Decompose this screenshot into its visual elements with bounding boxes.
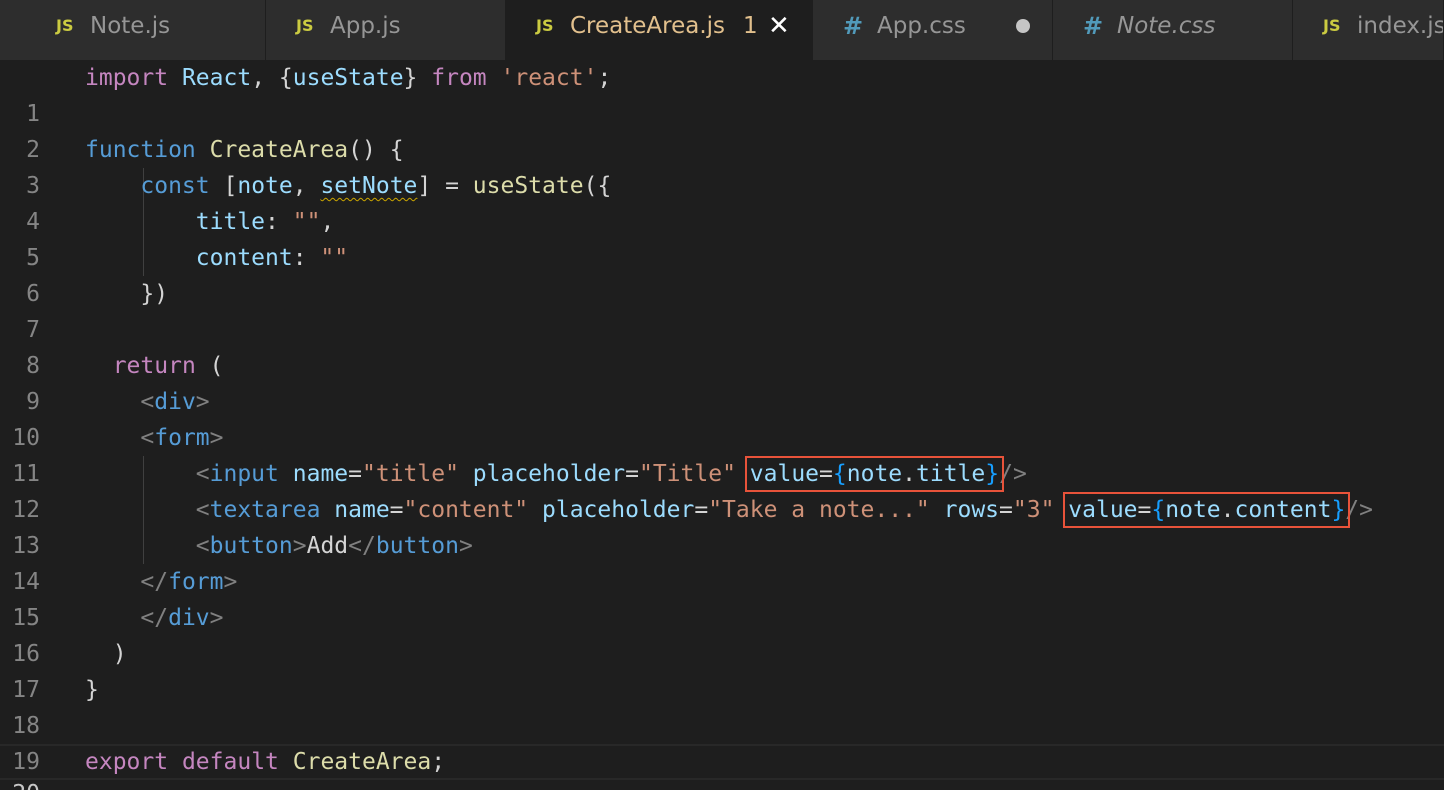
code-text: ) <box>112 641 127 667</box>
code-line: 16 </div> <box>0 600 1444 667</box>
code-text: import React, {useState} from 'react'; <box>85 65 612 91</box>
code-line: 1 import React, {useState} from 'react'; <box>0 60 1444 127</box>
code-text: export default CreateArea; <box>85 749 446 775</box>
code-line: 13 <textarea name="content" placeholder=… <box>0 492 1444 559</box>
code-line: 9 return ( <box>0 348 1444 415</box>
code-line: 7 }) <box>0 276 1444 343</box>
tab-app-js[interactable]: JS App.js <box>266 0 506 60</box>
code-line: 11 <form> <box>0 420 1444 487</box>
tab-label: Note.css <box>1117 13 1216 39</box>
tab-index-js[interactable]: JS index.js <box>1293 0 1444 60</box>
code-text: const [note, setNote] = useState({ <box>140 173 612 199</box>
code-line: 12 <input name="title" placeholder="Titl… <box>0 456 1444 523</box>
close-icon[interactable]: ✕ <box>768 11 790 41</box>
code-text: <div> <box>140 389 210 415</box>
highlighted-value-attribute: value={note.content} <box>1063 492 1351 528</box>
code-text: content: "" <box>195 245 349 271</box>
code-line: 19 <box>0 708 1444 775</box>
code-text: </div> <box>140 605 224 631</box>
code-line: 18 } <box>0 672 1444 739</box>
code-line: 5 title: "", <box>0 204 1444 271</box>
tab-label: CreateArea.js <box>570 13 726 39</box>
tab-note-css[interactable]: # Note.css <box>1053 0 1293 60</box>
tab-createarea-js[interactable]: JS CreateArea.js 1 ✕ <box>506 0 813 60</box>
code-text: </form> <box>140 569 238 595</box>
tab-note-js[interactable]: JS Note.js <box>0 0 266 60</box>
code-line: 6 content: "" <box>0 240 1444 307</box>
code-line: 15 </form> <box>0 564 1444 631</box>
code-text: return ( <box>112 353 224 379</box>
code-text: <textarea name="content" placeholder="Ta… <box>195 492 1373 528</box>
problem-count-badge: 1 <box>743 13 758 39</box>
code-line: 17 ) <box>0 636 1444 703</box>
css-file-icon: # <box>1083 12 1104 40</box>
code-line: 8 <box>0 312 1444 379</box>
highlighted-value-attribute: value={note.title} <box>744 456 1005 492</box>
javascript-file-icon: JS <box>536 16 554 35</box>
unsaved-changes-dot-icon[interactable] <box>1016 19 1030 33</box>
code-editor[interactable]: 1 import React, {useState} from 'react';… <box>0 60 1444 790</box>
tab-app-css[interactable]: # App.css <box>813 0 1053 60</box>
code-line: 4 const [note, setNote] = useState({ <box>0 168 1444 235</box>
tab-label: Note.js <box>90 13 171 39</box>
code-text: <button>Add</button> <box>195 533 473 559</box>
javascript-file-icon: JS <box>1323 16 1341 35</box>
unused-variable-warning: setNote <box>320 173 418 199</box>
code-text: <form> <box>140 425 224 451</box>
code-line: 10 <div> <box>0 384 1444 451</box>
tab-label: App.js <box>330 13 401 39</box>
current-code-line: 20 export default CreateArea; <box>0 744 1444 790</box>
code-line: 2 <box>0 96 1444 163</box>
line-number: 20 <box>0 778 40 790</box>
code-text: <input name="title" placeholder="Title" … <box>195 456 1027 492</box>
code-text: function CreateArea() { <box>85 137 404 163</box>
javascript-file-icon: JS <box>56 16 74 35</box>
editor-tab-bar: JS Note.js JS App.js JS CreateArea.js 1 … <box>0 0 1444 60</box>
code-line: 3 function CreateArea() { <box>0 132 1444 199</box>
javascript-file-icon: JS <box>296 16 314 35</box>
code-text: } <box>85 677 99 703</box>
tab-label: index.js <box>1357 13 1444 39</box>
css-file-icon: # <box>843 12 864 40</box>
code-text: }) <box>140 281 169 307</box>
code-text: title: "", <box>195 209 335 235</box>
tab-label: App.css <box>877 13 966 39</box>
code-line: 14 <button>Add</button> <box>0 528 1444 595</box>
